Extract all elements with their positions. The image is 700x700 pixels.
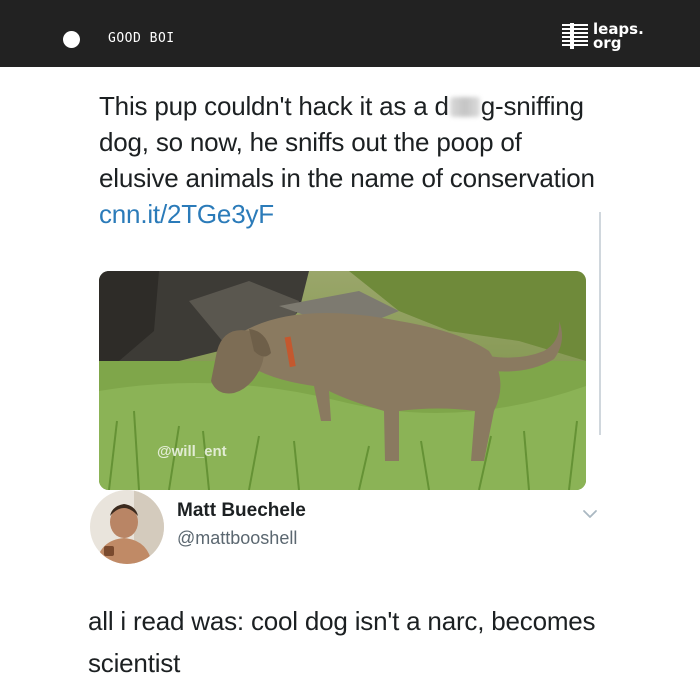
logo-line-2: org [593, 34, 622, 52]
divider [599, 212, 601, 435]
tweet-photo[interactable]: @will_ent [99, 271, 586, 490]
avatar[interactable] [90, 490, 164, 564]
tweet-text: This pup couldn't hack it as a d g-sniffi… [99, 88, 599, 232]
user-handle[interactable]: @mattbooshell [177, 528, 297, 549]
reply-text: all i read was: cool dog isn't a narc, b… [88, 606, 596, 678]
tweet-link[interactable]: cnn.it/2TGe3yF [99, 199, 274, 229]
avatar-image [90, 490, 164, 564]
leaps-logo-text[interactable]: leaps. org [593, 22, 644, 52]
tweet-text-part-1: This pup couldn't hack it as a d [99, 91, 449, 121]
page-title: GOOD BOI [108, 31, 175, 46]
user-name[interactable]: Matt Buechele [177, 500, 306, 522]
leaps-logo-icon [562, 23, 588, 49]
circle-icon [63, 31, 80, 48]
chevron-down-icon[interactable] [582, 508, 598, 520]
censor-blur [449, 97, 480, 117]
top-bar: GOOD BOI leaps. org [0, 0, 700, 67]
image-watermark: @will_ent [157, 443, 227, 460]
